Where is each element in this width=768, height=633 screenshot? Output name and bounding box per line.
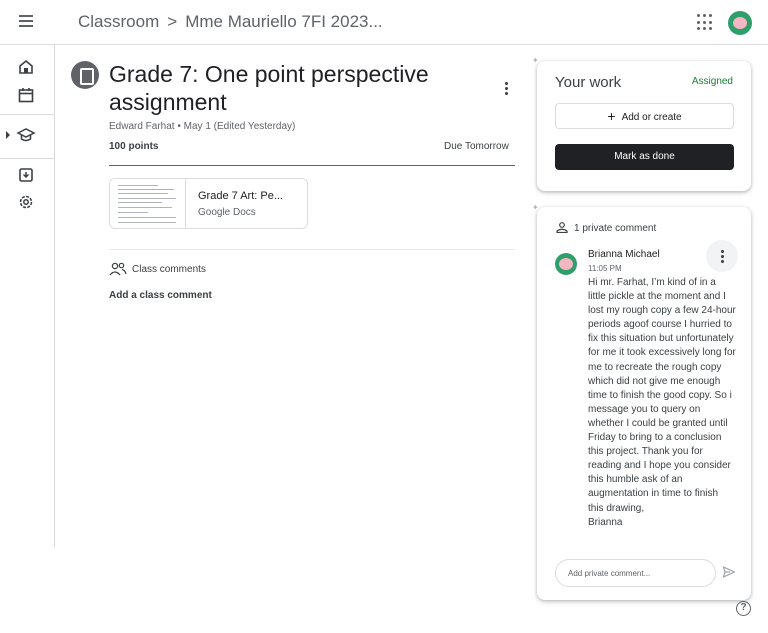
private-comment-input[interactable]: Add private comment...: [555, 559, 716, 587]
send-icon[interactable]: [722, 565, 736, 579]
header-divider: [109, 165, 515, 166]
breadcrumb-class[interactable]: Mme Mauriello 7FI 2023...: [185, 12, 382, 31]
main-menu-icon[interactable]: [14, 12, 38, 34]
work-status: Assigned: [691, 76, 733, 87]
plus-icon: +: [607, 108, 616, 124]
assignment-icon: [71, 61, 99, 89]
person-icon: [556, 222, 568, 233]
account-avatar[interactable]: [728, 11, 752, 35]
comment-options-icon[interactable]: [706, 240, 738, 272]
document-thumbnail: [110, 179, 186, 228]
attachment-title: Grade 7 Art: Pe...: [198, 190, 283, 202]
private-comment-count: 1 private comment: [574, 223, 657, 234]
assignment-meta: Edward Farhat • May 1 (Edited Yesterday): [109, 121, 296, 132]
rail-divider: [0, 158, 55, 159]
breadcrumb: Classroom > Mme Mauriello 7FI 2023...: [78, 12, 383, 32]
commenter-name: Brianna Michael: [588, 249, 660, 260]
comments-divider: [109, 249, 515, 250]
todo-icon[interactable]: [16, 165, 36, 185]
navigation-rail: [0, 45, 55, 548]
due-date: Due Tomorrow: [444, 141, 509, 152]
google-apps-icon[interactable]: [697, 14, 715, 32]
people-icon: [109, 262, 127, 276]
enrolled-icon[interactable]: [16, 125, 36, 145]
add-or-create-label: Add or create: [621, 112, 682, 123]
your-work-card: Your work Assigned + Add or create Mark a…: [537, 61, 751, 191]
comment-text: Hi mr. Farhat, I’m kind of in a little p…: [588, 277, 736, 528]
commenter-avatar: [555, 253, 577, 275]
private-comment-header: 1 private comment: [556, 222, 656, 234]
class-comments-label: Class comments: [132, 264, 206, 275]
attachment-card[interactable]: Grade 7 Art: Pe... Google Docs: [109, 178, 308, 229]
assignment-title: Grade 7: One point perspective assignmen…: [109, 61, 429, 115]
breadcrumb-separator: >: [167, 12, 178, 31]
top-app-bar: Classroom > Mme Mauriello 7FI 2023...: [0, 0, 768, 45]
add-or-create-button[interactable]: + Add or create: [555, 103, 734, 129]
private-comments-card: 1 private comment Brianna Michael 11:05 …: [537, 207, 751, 600]
comment-time: 11:05 PM: [588, 264, 622, 273]
attachment-type: Google Docs: [198, 207, 256, 218]
expand-arrow-icon[interactable]: [4, 125, 12, 145]
home-icon[interactable]: [16, 57, 36, 77]
your-work-title: Your work: [555, 74, 622, 91]
calendar-icon[interactable]: [16, 85, 36, 105]
more-options-icon[interactable]: [498, 80, 514, 98]
add-class-comment-link[interactable]: Add a class comment: [109, 290, 212, 301]
breadcrumb-app[interactable]: Classroom: [78, 12, 159, 31]
rail-divider: [0, 114, 55, 115]
assignment-points: 100 points: [109, 141, 159, 152]
settings-icon[interactable]: [16, 192, 36, 212]
mark-as-done-button[interactable]: Mark as done: [555, 144, 734, 170]
help-icon[interactable]: ?: [736, 601, 751, 616]
